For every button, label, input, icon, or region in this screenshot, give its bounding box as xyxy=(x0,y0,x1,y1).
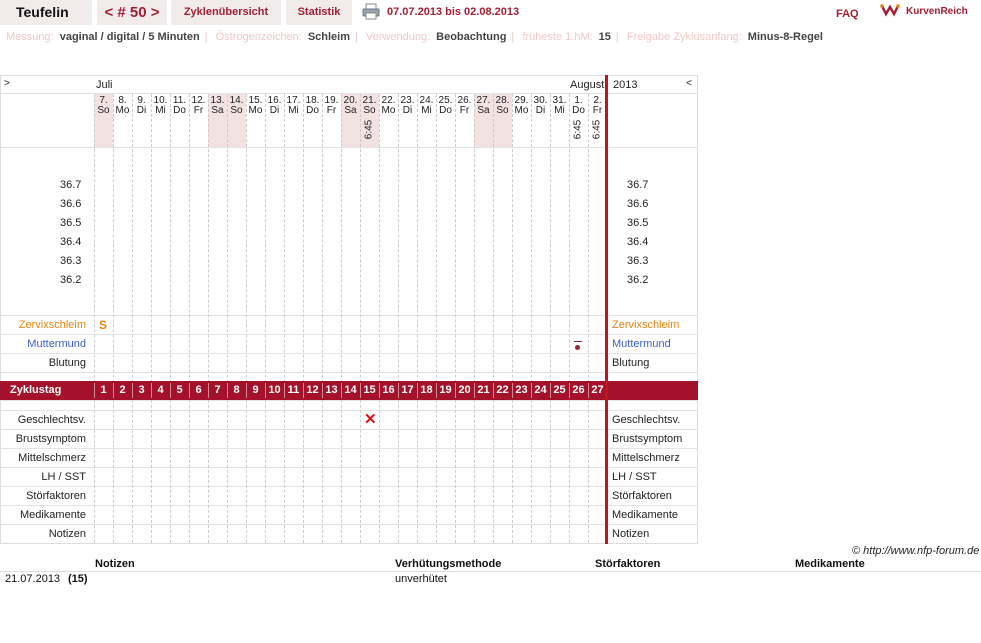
setting-value-verwendung: Beobachtung xyxy=(436,31,507,43)
tab-zyklenuebersicht[interactable]: Zyklenübersicht xyxy=(171,0,281,25)
faq-link[interactable]: FAQ xyxy=(836,6,859,22)
setting-label-messung: Messung: xyxy=(6,31,54,43)
setting-label-fruehste: früheste 1.hM: xyxy=(522,31,593,43)
footer-header-verhuetung: Verhütungsmethode xyxy=(395,558,502,570)
setting-value-messung: vaginal / digital / 5 Minuten xyxy=(59,31,200,43)
setting-value-freigabe: Minus-8-Regel xyxy=(747,31,823,43)
footer-header-notizen: Notizen xyxy=(95,558,135,570)
setting-label-verwendung: Verwendung: xyxy=(365,31,431,43)
printer-icon[interactable] xyxy=(362,3,380,20)
logo-text: KurvenReich xyxy=(906,5,968,17)
footer-row-verhuetung: unverhütet xyxy=(395,573,447,585)
logo-icon xyxy=(880,2,900,21)
cycle-chart xyxy=(0,75,698,544)
date-range: 07.07.2013 bis 02.08.2013 xyxy=(387,6,520,18)
footer-row-date: 21.07.2013 xyxy=(5,573,61,585)
copyright: © http://www.nfp-forum.de xyxy=(852,545,980,557)
footer-header-medikamente: Medikamente xyxy=(795,558,865,570)
user-name: Teufelin xyxy=(0,0,92,25)
setting-value-fruehste: 15 xyxy=(598,31,611,43)
setting-value-oestrogen: Schleim xyxy=(307,31,350,43)
cycle-navigator[interactable]: < # 50 > xyxy=(97,0,167,25)
setting-label-freigabe: Freigabe Zyklusanfang: xyxy=(626,31,742,43)
settings-line: Messung: vaginal / digital / 5 Minuten | Ö… xyxy=(6,31,823,43)
footer-row-cycleday: (15) xyxy=(68,573,88,585)
kurvenreich-logo[interactable]: KurvenReich xyxy=(880,2,968,20)
footer-header-stoerfaktoren: Störfaktoren xyxy=(595,558,661,570)
setting-label-oestrogen: Östrogenzeichen: xyxy=(215,31,302,43)
footer-divider xyxy=(0,571,981,572)
tab-statistik[interactable]: Statistik xyxy=(286,0,352,25)
